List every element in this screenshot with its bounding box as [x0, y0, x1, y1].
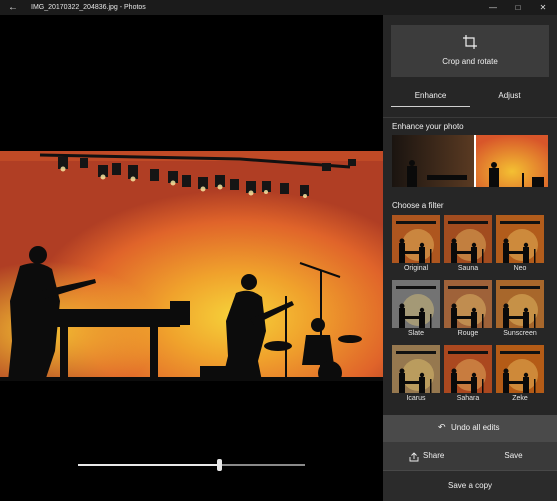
share-icon: [409, 452, 419, 462]
zoom-slider[interactable]: [78, 459, 305, 471]
edit-tabs: Enhance Adjust: [391, 87, 549, 107]
filter-thumbnail: [496, 280, 544, 328]
enhance-split-line: [474, 135, 476, 187]
save-a-copy-button[interactable]: Save a copy: [383, 470, 557, 501]
enhance-preview-image: [392, 135, 548, 187]
close-icon[interactable]: ✕: [532, 0, 554, 15]
filter-thumbnail: [392, 280, 440, 328]
zoom-slider-thumb[interactable]: [216, 459, 222, 471]
maximize-icon[interactable]: □: [507, 0, 529, 15]
filter-thumbnail: [496, 345, 544, 393]
crop-and-rotate-button[interactable]: Crop and rotate: [391, 25, 549, 77]
action-bar: ↶ Undo all edits Share Save Save a copy: [383, 415, 557, 501]
undo-icon: ↶: [438, 422, 446, 432]
filter-thumbnail: [392, 345, 440, 393]
minimize-icon[interactable]: —: [482, 0, 504, 15]
filter-label: Sauna: [457, 265, 479, 272]
tab-adjust[interactable]: Adjust: [470, 87, 549, 105]
filter-label: Sunscreen: [503, 330, 537, 337]
filter-label: Zeke: [512, 395, 528, 402]
filter-label: Neo: [513, 265, 527, 272]
window-title: IMG_20170322_204836.jpg - Photos: [31, 4, 146, 11]
undo-all-edits-label: Undo all edits: [451, 423, 500, 432]
filter-label: Icarus: [406, 395, 426, 402]
photo-viewer: [0, 15, 383, 500]
crop-and-rotate-label: Crop and rotate: [442, 57, 498, 66]
filter-label: Rouge: [457, 330, 479, 337]
edit-panel: Crop and rotate Enhance Adjust Enhance y…: [383, 15, 557, 501]
save-a-copy-label: Save a copy: [447, 481, 493, 490]
save-label: Save: [504, 451, 523, 460]
filter-label: Slate: [408, 330, 424, 337]
tab-enhance[interactable]: Enhance: [391, 87, 470, 105]
arrow-left-icon[interactable]: ←: [6, 0, 20, 15]
filter-thumbnail: [444, 345, 492, 393]
share-label: Share: [423, 451, 445, 460]
filter-label: Sahara: [456, 395, 480, 402]
filter-thumbnail: [444, 280, 492, 328]
concert-photo-image: [0, 151, 383, 381]
tab-selected-indicator: [391, 106, 470, 107]
undo-all-edits-button[interactable]: ↶ Undo all edits: [383, 415, 557, 442]
enhance-heading: Enhance your photo: [392, 122, 464, 131]
zoom-slider-fill: [78, 464, 219, 466]
enhance-preview-button[interactable]: [392, 135, 548, 187]
title-bar: ← IMG_20170322_204836.jpg - Photos — □ ✕: [0, 0, 557, 15]
crop-icon: [463, 35, 477, 49]
divider: [383, 117, 557, 118]
filter-thumbnail: [496, 215, 544, 263]
filter-heading: Choose a filter: [392, 201, 444, 210]
filter-label: Original: [403, 265, 429, 272]
save-button[interactable]: Save: [470, 442, 557, 470]
filter-thumbnail: [444, 215, 492, 263]
filter-thumbnail: [392, 215, 440, 263]
share-button[interactable]: Share: [383, 442, 470, 470]
main-photo: [0, 151, 383, 381]
